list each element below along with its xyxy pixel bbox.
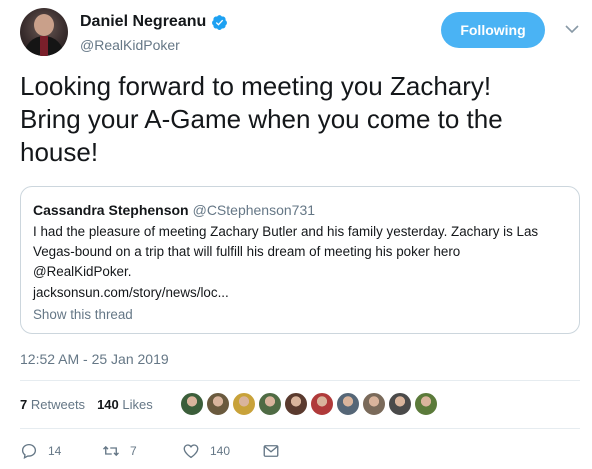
tweet-text-line: Bring your A-Game when you come to the bbox=[20, 104, 503, 134]
liker-avatar[interactable] bbox=[362, 392, 386, 416]
quoted-tweet-link[interactable]: jacksonsun.com/story/news/loc... bbox=[33, 284, 229, 302]
quoted-tweet-card[interactable]: Cassandra Stephenson @CStephenson731 I ha… bbox=[20, 186, 580, 334]
author-names: Daniel Negreanu @RealKidPoker bbox=[80, 12, 228, 54]
quoted-author-name: Cassandra Stephenson bbox=[33, 202, 189, 218]
retweets-stat[interactable]: 7 Retweets bbox=[20, 397, 85, 412]
liker-avatar[interactable] bbox=[258, 392, 282, 416]
tweet-text-line: Looking forward to meeting you Zachary! bbox=[20, 71, 492, 101]
direct-message-button[interactable] bbox=[262, 441, 280, 461]
envelope-icon bbox=[263, 445, 279, 457]
quoted-tweet-body: I had the pleasure of meeting Zachary Bu… bbox=[33, 222, 568, 282]
liker-avatar[interactable] bbox=[414, 392, 438, 416]
author-display-name-text[interactable]: Daniel Negreanu bbox=[80, 12, 206, 32]
quoted-tweet-body-line: I had the pleasure of meeting Zachary Bu… bbox=[33, 224, 539, 239]
avatar-face bbox=[34, 14, 54, 36]
chevron-down-icon[interactable] bbox=[565, 24, 579, 34]
retweets-label: Retweets bbox=[30, 397, 86, 412]
retweet-icon bbox=[103, 445, 119, 457]
reply-button[interactable]: 14 bbox=[20, 441, 61, 461]
retweet-button[interactable]: 7 bbox=[102, 441, 137, 461]
liker-avatar[interactable] bbox=[336, 392, 360, 416]
author-handle[interactable]: @RealKidPoker bbox=[80, 36, 228, 54]
tweet-text-line: house! bbox=[20, 137, 99, 167]
liker-avatar[interactable] bbox=[310, 392, 334, 416]
like-button[interactable]: 140 bbox=[182, 441, 230, 461]
quoted-tweet-body-line: Vegas-bound on a trip that will fulfill … bbox=[33, 244, 461, 259]
engagement-stats: 7 Retweets 140 Likes bbox=[20, 396, 153, 414]
reply-icon bbox=[21, 443, 37, 459]
reply-count: 14 bbox=[48, 444, 62, 458]
quoted-author-handle: @CStephenson731 bbox=[192, 202, 316, 218]
tweet-header: Daniel Negreanu @RealKidPoker Following bbox=[20, 8, 580, 58]
liker-avatar[interactable] bbox=[206, 392, 230, 416]
quoted-tweet-body-line: @RealKidPoker. bbox=[33, 264, 132, 279]
tweet-actions: 14 7 140 bbox=[20, 441, 580, 463]
tweet-text: Looking forward to meeting you Zachary! … bbox=[20, 70, 575, 169]
likes-stat[interactable]: 140 Likes bbox=[97, 397, 153, 412]
liker-avatar[interactable] bbox=[388, 392, 412, 416]
verified-badge-icon bbox=[212, 14, 228, 30]
following-button[interactable]: Following bbox=[441, 12, 545, 48]
liker-avatar[interactable] bbox=[180, 392, 204, 416]
author-display-name[interactable]: Daniel Negreanu bbox=[80, 12, 228, 32]
liker-avatar[interactable] bbox=[232, 392, 256, 416]
retweets-count: 7 bbox=[20, 397, 28, 412]
likes-label: Likes bbox=[122, 397, 153, 412]
divider bbox=[20, 380, 580, 381]
liker-avatar[interactable] bbox=[284, 392, 308, 416]
like-count: 140 bbox=[210, 444, 231, 458]
author-avatar[interactable] bbox=[20, 8, 68, 56]
tweet-timestamp[interactable]: 12:52 AM - 25 Jan 2019 bbox=[20, 350, 169, 368]
show-thread-link[interactable]: Show this thread bbox=[33, 306, 133, 324]
heart-icon bbox=[183, 444, 199, 459]
divider bbox=[20, 428, 580, 429]
likes-count: 140 bbox=[97, 397, 119, 412]
retweet-count: 7 bbox=[130, 444, 137, 458]
quoted-tweet-header: Cassandra Stephenson @CStephenson731 bbox=[33, 201, 315, 219]
avatar-shirt bbox=[40, 36, 48, 56]
